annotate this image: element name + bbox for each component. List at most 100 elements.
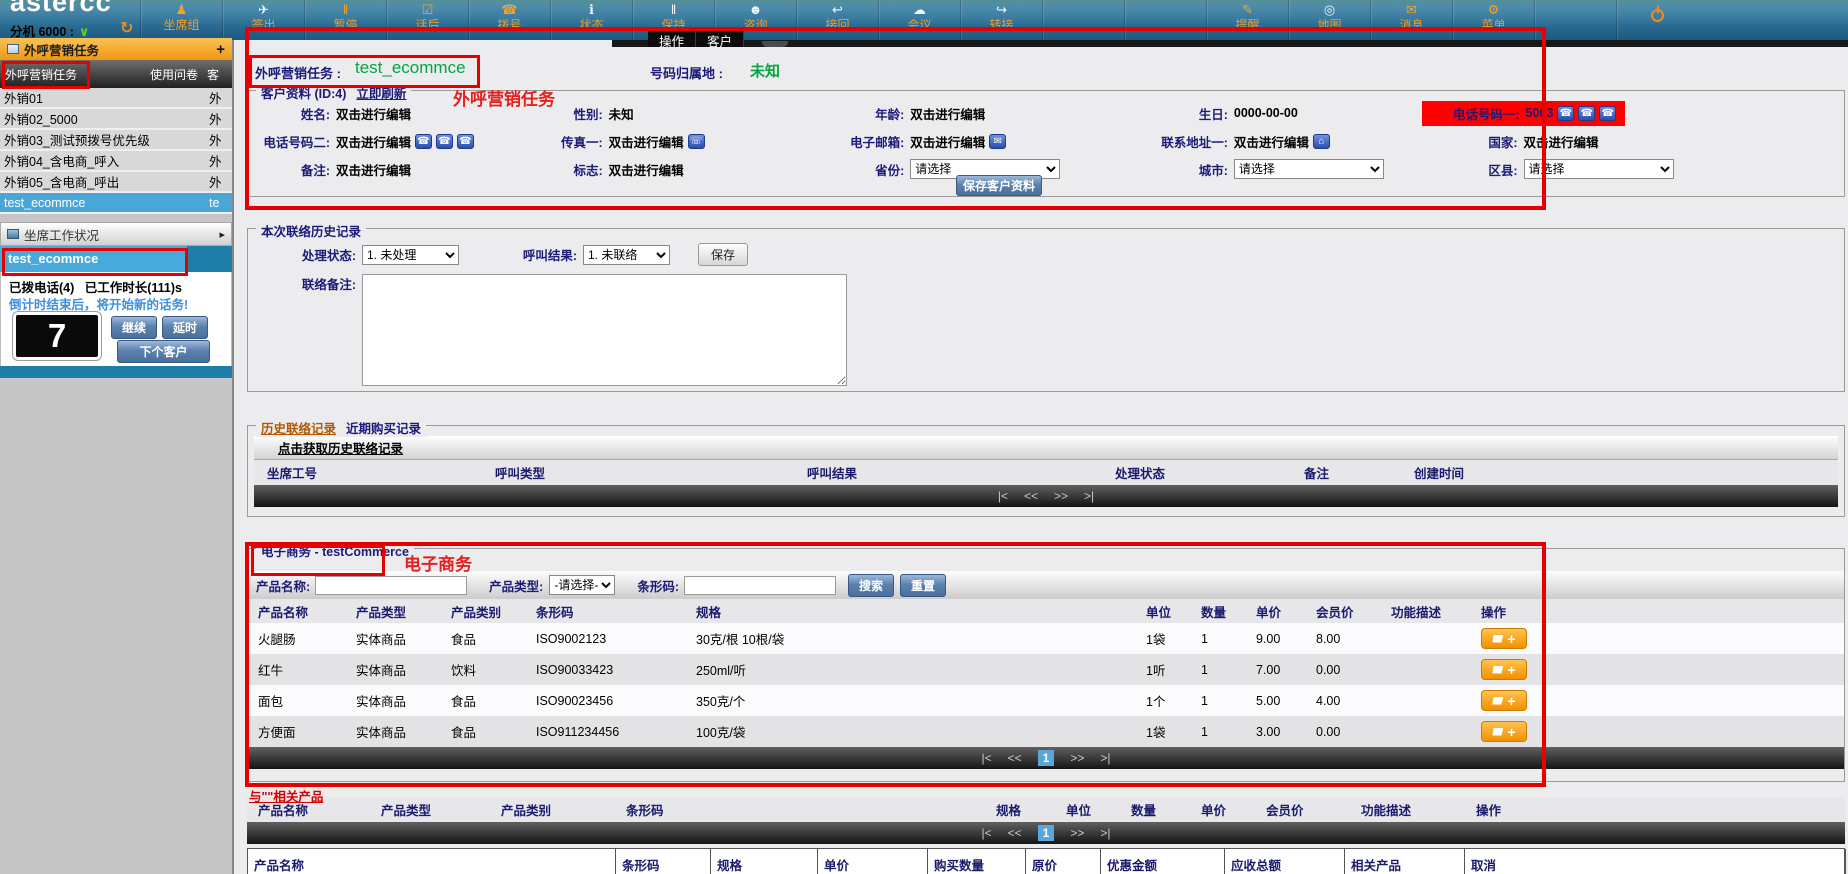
field-value[interactable]: 双击进行编辑 bbox=[336, 132, 411, 151]
product-name-input[interactable] bbox=[315, 576, 467, 595]
barcode-input[interactable] bbox=[684, 576, 836, 595]
toolbar-item-pause[interactable]: ‖暂停 bbox=[304, 0, 386, 40]
phone-copy-icon[interactable]: ☎ bbox=[1599, 106, 1616, 121]
column-header: 功能描述 bbox=[1381, 602, 1471, 621]
field-value[interactable]: 双击进行编辑 bbox=[336, 104, 411, 123]
page-next-button[interactable]: >> bbox=[1070, 751, 1084, 765]
toolbar-item-power[interactable] bbox=[1616, 0, 1698, 40]
table-cell-action: + bbox=[1471, 628, 1846, 649]
toolbar-item-message[interactable]: ✉消息 bbox=[1370, 0, 1452, 40]
add-task-button[interactable]: + bbox=[216, 41, 225, 58]
history-toolbar: 点击获取历史联络记录 bbox=[254, 436, 1838, 460]
chevron-down-icon[interactable]: ∨ bbox=[79, 24, 90, 39]
continue-button[interactable]: 继续 bbox=[111, 316, 157, 339]
field-value[interactable]: 0000-00-00 bbox=[1234, 106, 1298, 120]
page-last-button[interactable]: >| bbox=[1084, 489, 1094, 503]
column-header: 规格 bbox=[686, 602, 1136, 621]
power-icon bbox=[1651, 9, 1664, 22]
phone-sms-icon[interactable]: ☎ bbox=[1578, 106, 1595, 121]
process-status-select[interactable]: 1. 未处理 bbox=[362, 245, 459, 265]
refresh-now-link[interactable]: 立即刷新 bbox=[356, 83, 406, 102]
next-customer-button[interactable]: 下个客户 bbox=[117, 340, 210, 363]
task-list-item[interactable]: 外销03_测试预拨号优先级外 bbox=[0, 130, 232, 151]
tab-history-records[interactable]: 历史联络记录 bbox=[261, 418, 336, 437]
toolbar-item-dial[interactable]: ☎拨号 bbox=[468, 0, 550, 40]
task-list-item[interactable]: 外销04_含电商_呼入外 bbox=[0, 151, 232, 172]
field-value[interactable]: 双击进行编辑 bbox=[336, 160, 411, 179]
save-customer-button[interactable]: 保存客户资料 bbox=[956, 175, 1042, 196]
page-prev-button[interactable]: << bbox=[1008, 826, 1022, 840]
plus-icon: + bbox=[1507, 632, 1515, 646]
add-to-cart-button[interactable]: + bbox=[1481, 690, 1527, 711]
agent-task-tab[interactable]: test_ecommce bbox=[0, 246, 187, 272]
tab-customer[interactable]: 客户 bbox=[696, 29, 744, 47]
toolbar-item-menu[interactable]: ⚙菜单 bbox=[1452, 0, 1534, 40]
field-value[interactable]: 双击进行编辑 bbox=[609, 160, 684, 179]
field-value[interactable]: 双击进行编辑 bbox=[1234, 132, 1309, 151]
page-first-button[interactable]: |< bbox=[982, 826, 992, 840]
field-value[interactable]: 双击进行编辑 bbox=[910, 132, 985, 151]
save-contact-button[interactable]: 保存 bbox=[698, 243, 748, 266]
phone-out-icon[interactable]: ☎ bbox=[1557, 106, 1574, 121]
add-to-cart-button[interactable]: + bbox=[1481, 721, 1527, 742]
toolbar-item-map[interactable]: ◎地图 bbox=[1288, 0, 1370, 40]
search-button[interactable]: 搜索 bbox=[848, 574, 894, 597]
email-icon[interactable]: ✉ bbox=[989, 134, 1006, 149]
page-last-button[interactable]: >| bbox=[1100, 751, 1110, 765]
toolbar-item-status[interactable]: ℹ状态 bbox=[550, 0, 632, 40]
page-next-button[interactable]: >> bbox=[1054, 489, 1068, 503]
tab-operation[interactable]: 操作 bbox=[648, 29, 696, 47]
fetch-history-link[interactable]: 点击获取历史联络记录 bbox=[278, 438, 403, 457]
toolbar-item-agent-group[interactable]: ♟坐席组 bbox=[140, 0, 222, 40]
toolbar-item-after-call[interactable]: ☑话后 bbox=[386, 0, 468, 40]
page-last-button[interactable]: >| bbox=[1100, 826, 1110, 840]
toolbar-item-sign-out[interactable]: ✈签出 bbox=[222, 0, 304, 40]
add-to-cart-button[interactable]: + bbox=[1481, 628, 1527, 649]
field-value[interactable]: 双击进行编辑 bbox=[1524, 132, 1599, 151]
page-next-button[interactable]: >> bbox=[1070, 826, 1084, 840]
task-list-item[interactable]: 外销02_5000外 bbox=[0, 109, 232, 130]
phone-sms-icon[interactable]: ☎ bbox=[436, 134, 453, 149]
toolbar-item-reminder[interactable]: ✎提醒 bbox=[1206, 0, 1288, 40]
toolbar-item-transfer[interactable]: ↪转接 bbox=[960, 0, 1042, 40]
table-cell: 3.00 bbox=[1246, 725, 1306, 739]
delay-button[interactable]: 延时 bbox=[162, 316, 208, 339]
field-value[interactable]: 双击进行编辑 bbox=[910, 104, 985, 123]
field-value[interactable]: 双击进行编辑 bbox=[609, 132, 684, 151]
expand-arrow-icon[interactable]: ▸ bbox=[219, 228, 225, 241]
related-products-link[interactable]: 与""相关产品 bbox=[249, 786, 323, 805]
reset-button[interactable]: 重置 bbox=[900, 574, 946, 597]
field-select[interactable]: 请选择 bbox=[1234, 159, 1384, 179]
page-first-button[interactable]: |< bbox=[998, 489, 1008, 503]
field-value[interactable]: 5003 bbox=[1526, 106, 1554, 120]
page-first-button[interactable]: |< bbox=[982, 751, 992, 765]
task-list-item[interactable]: 外销01外 bbox=[0, 88, 232, 109]
tab-recent-purchases[interactable]: 近期购买记录 bbox=[346, 418, 421, 437]
toolbar-item-conference[interactable]: ☁会议 bbox=[878, 0, 960, 40]
field-label: 姓名: bbox=[248, 104, 330, 123]
page-prev-button[interactable]: << bbox=[1008, 751, 1022, 765]
page-prev-button[interactable]: << bbox=[1024, 489, 1038, 503]
fax-icon[interactable]: ☏ bbox=[688, 134, 705, 149]
table-row: 方便面实体商品食品ISO911234456100克/袋1袋13.000.00+ bbox=[248, 716, 1844, 747]
plus-icon: + bbox=[1507, 725, 1515, 739]
phone-copy-icon[interactable]: ☎ bbox=[457, 134, 474, 149]
table-cell: 1 bbox=[1191, 663, 1246, 677]
address-icon[interactable]: ⌂ bbox=[1313, 134, 1330, 149]
field-select[interactable]: 请选择 bbox=[1524, 159, 1674, 179]
refresh-icon[interactable]: ↻ bbox=[120, 18, 133, 38]
field-value[interactable]: 未知 bbox=[609, 104, 634, 123]
agent-panel-title: 坐席工作状况 bbox=[24, 225, 219, 244]
add-to-cart-button[interactable]: + bbox=[1481, 659, 1527, 680]
contact-note-textarea[interactable] bbox=[362, 274, 847, 386]
column-header: 原价 bbox=[1026, 849, 1101, 874]
task-list-item[interactable]: 外销05_含电商_呼出外 bbox=[0, 172, 232, 193]
task-list-item[interactable]: test_ecommcete bbox=[0, 193, 232, 214]
product-type-select[interactable]: -请选择- bbox=[549, 575, 615, 595]
task-label: 外呼营销任务 : bbox=[255, 63, 341, 82]
toolbar-item-take-back[interactable]: ↩接回 bbox=[796, 0, 878, 40]
call-result-select[interactable]: 1. 未联络 bbox=[583, 245, 670, 265]
column-header: 单位 bbox=[1136, 602, 1191, 621]
phone-out-icon[interactable]: ☎ bbox=[415, 134, 432, 149]
customer-field: 联系地址一:双击进行编辑⌂ bbox=[1142, 127, 1422, 155]
